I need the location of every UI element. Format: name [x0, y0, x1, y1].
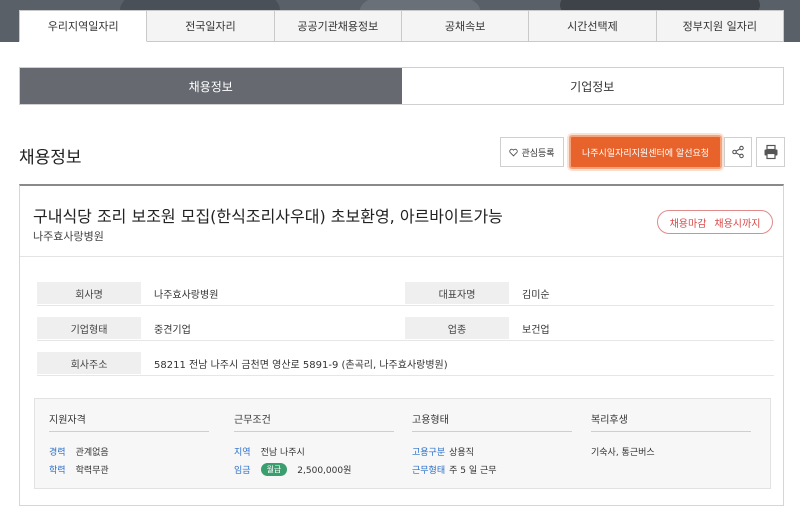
education-key: 학력	[49, 465, 66, 476]
company-type-label: 기업형태	[37, 317, 141, 339]
company-row-2: 기업형태 중견기업 업종 보건업	[37, 317, 774, 341]
wage-key: 임금	[234, 465, 251, 476]
top-nav-part-time[interactable]: 시간선택제	[529, 10, 657, 42]
work-conditions-column: 근무조건 지역 전남 나주시 임금 월급 2,500,000원	[234, 411, 394, 478]
ceo-value: 김미순	[522, 289, 550, 301]
section-title: 채용정보	[19, 148, 82, 168]
company-name-sub: 나주효사랑병원	[33, 230, 104, 243]
company-row-3: 회사주소 58211 전남 나주시 금천면 영산로 5891-9 (촌곡리, 나…	[37, 352, 774, 376]
career-value: 관계없음	[75, 447, 109, 458]
welfare-column: 복리후생 기숙사, 통근버스	[591, 411, 751, 460]
qualification-title: 지원자격	[49, 411, 209, 432]
top-nav: 우리지역일자리 전국일자리 공공기관채용정보 공채속보 시간선택제 정부지원 일…	[19, 10, 784, 42]
heart-icon	[509, 148, 519, 157]
employment-value: 상용직	[449, 447, 474, 458]
welfare-title: 복리후생	[591, 411, 751, 432]
share-button[interactable]	[724, 137, 752, 167]
status-badge: 채용마감	[669, 218, 707, 230]
industry-value: 보건업	[522, 324, 550, 336]
job-title: 구내식당 조리 보조원 모집(한식조리사우대) 초보환영, 아르바이트가능	[33, 207, 503, 226]
company-name-value: 나주효사랑병원	[154, 289, 219, 301]
print-icon	[764, 144, 777, 160]
career-key: 경력	[49, 447, 66, 458]
region-key: 지역	[234, 447, 251, 458]
company-row-1: 회사명 나주효사랑병원 대표자명 김미순	[37, 282, 774, 306]
shift-value: 주 5 일 근무	[449, 465, 497, 476]
company-name-label: 회사명	[37, 282, 141, 304]
share-icon	[732, 145, 744, 159]
address-value: 58211 전남 나주시 금천면 영산로 5891-9 (촌곡리, 나주효사랑병…	[154, 359, 448, 371]
tab-job-info[interactable]: 채용정보	[20, 68, 402, 104]
employment-column: 고용형태 고용구분 상용직 근무형태 주 5 일 근무	[412, 411, 572, 478]
ceo-label: 대표자명	[405, 282, 509, 304]
conditions-box: 지원자격 경력 관계없음 학력 학력무관 근무조건 지역 전남 나주시 임금 월급 2,5…	[34, 398, 771, 489]
top-nav-gov-jobs[interactable]: 정부지원 일자리	[656, 10, 784, 42]
address-label: 회사주소	[37, 352, 141, 374]
print-button[interactable]	[756, 137, 785, 167]
divider	[20, 256, 783, 257]
deadline-text: 채용시까지	[714, 218, 761, 230]
region-value: 전남 나주시	[260, 447, 305, 458]
wage-type-pill: 월급	[260, 462, 288, 476]
education-value: 학력무관	[75, 465, 109, 476]
top-nav-national-jobs[interactable]: 전국일자리	[147, 10, 275, 42]
job-card: 구내식당 조리 보조원 모집(한식조리사우대) 초보환영, 아르바이트가능 나주…	[19, 184, 784, 506]
company-type-value: 중견기업	[154, 324, 191, 336]
content-tabs: 채용정보 기업정보	[19, 67, 784, 105]
favorite-label: 관심등록	[521, 148, 555, 159]
employment-key: 고용구분	[412, 447, 446, 458]
qualification-column: 지원자격 경력 관계없음 학력 학력무관	[49, 411, 209, 478]
tab-company-info[interactable]: 기업정보	[401, 68, 783, 104]
shift-key: 근무형태	[412, 465, 446, 476]
top-nav-public-recruit[interactable]: 공공기관채용정보	[274, 10, 402, 42]
employment-title: 고용형태	[412, 411, 572, 432]
favorite-button[interactable]: 관심등록	[500, 137, 564, 167]
deadline-badge: 채용마감 채용시까지	[657, 210, 773, 234]
welfare-value: 기숙사, 통근버스	[591, 447, 655, 458]
industry-label: 업종	[405, 317, 509, 339]
request-referral-button[interactable]: 나주시일자리지원센터에 알선요청	[569, 135, 722, 169]
wage-value: 2,500,000원	[297, 465, 352, 476]
top-nav-open-recruit-news[interactable]: 공채속보	[401, 10, 530, 42]
top-nav-local-jobs[interactable]: 우리지역일자리	[19, 10, 148, 42]
work-conditions-title: 근무조건	[234, 411, 394, 432]
